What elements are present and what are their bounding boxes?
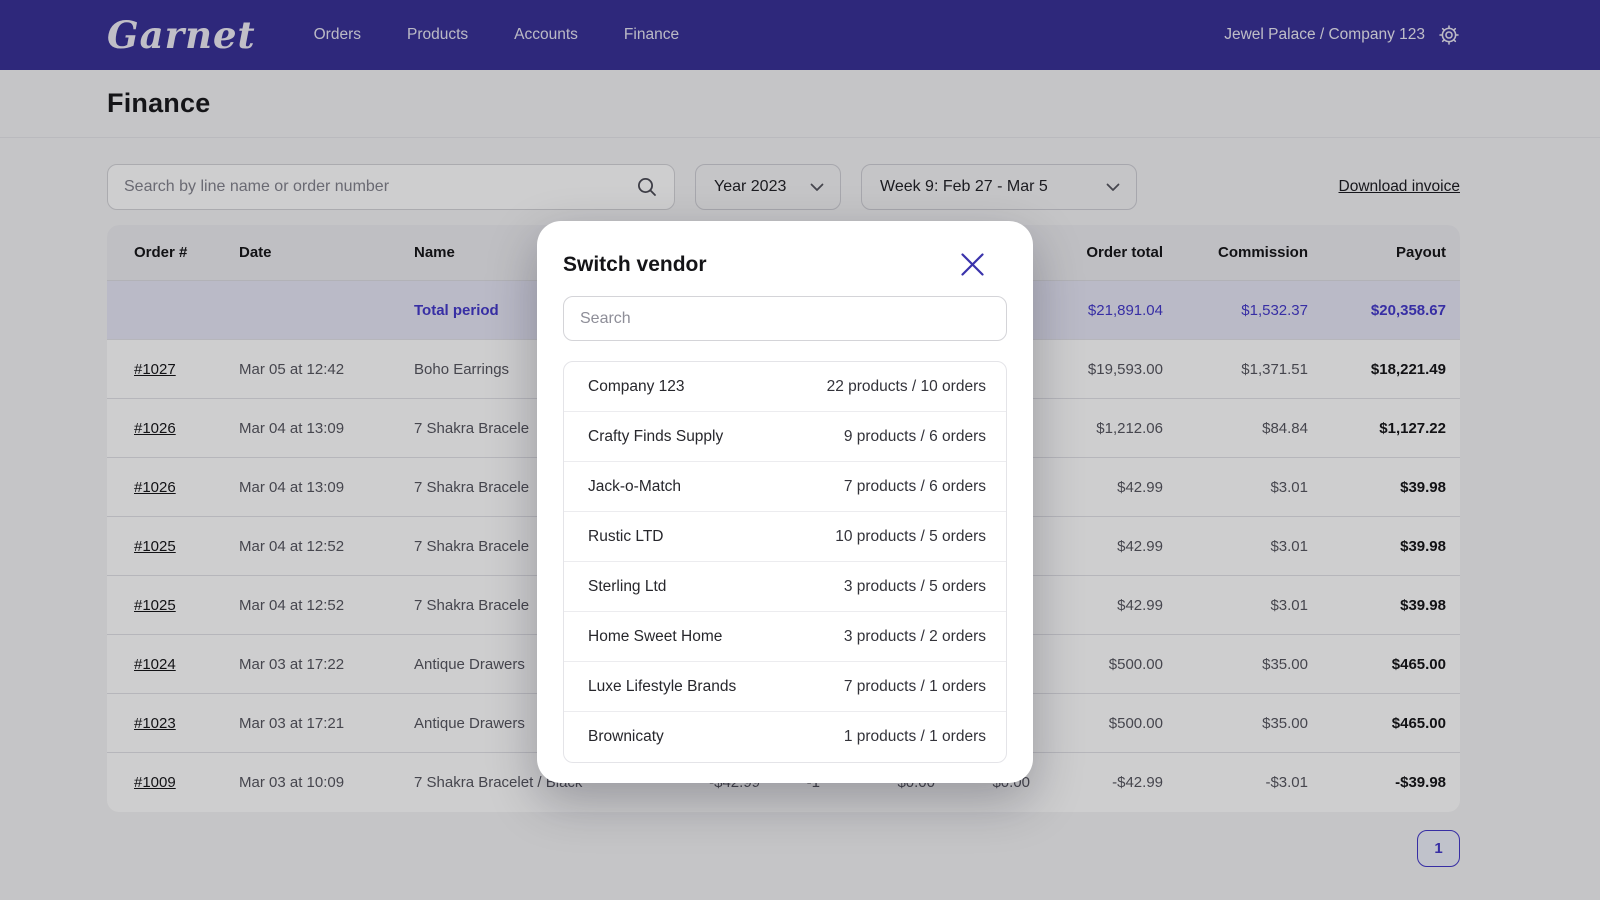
vendor-search-input[interactable]: [563, 296, 1007, 341]
vendor-row[interactable]: Brownicaty 1 products / 1 orders: [564, 712, 1006, 762]
vendor-stats: 3 products / 5 orders: [844, 578, 986, 596]
switch-vendor-modal: Switch vendor Company 123 22 products / 1…: [537, 221, 1033, 783]
vendor-stats: 1 products / 1 orders: [844, 728, 986, 746]
vendor-row[interactable]: Jack-o-Match 7 products / 6 orders: [564, 462, 1006, 512]
vendor-name: Company 123: [588, 378, 685, 396]
vendor-row[interactable]: Luxe Lifestyle Brands 7 products / 1 orde…: [564, 662, 1006, 712]
vendor-row[interactable]: Crafty Finds Supply 9 products / 6 orders: [564, 412, 1006, 462]
vendor-name: Brownicaty: [588, 728, 664, 746]
vendor-row[interactable]: Rustic LTD 10 products / 5 orders: [564, 512, 1006, 562]
vendor-stats: 7 products / 1 orders: [844, 678, 986, 696]
modal-title: Switch vendor: [563, 253, 707, 277]
vendor-name: Luxe Lifestyle Brands: [588, 678, 736, 696]
vendor-row[interactable]: Home Sweet Home 3 products / 2 orders: [564, 612, 1006, 662]
vendor-name: Crafty Finds Supply: [588, 428, 723, 446]
vendor-stats: 10 products / 5 orders: [835, 528, 986, 546]
vendor-name: Rustic LTD: [588, 528, 664, 546]
vendor-stats: 3 products / 2 orders: [844, 628, 986, 646]
close-icon[interactable]: [956, 248, 989, 281]
vendor-stats: 7 products / 6 orders: [844, 478, 986, 496]
vendor-name: Sterling Ltd: [588, 578, 666, 596]
vendor-stats: 9 products / 6 orders: [844, 428, 986, 446]
modal-header: Switch vendor: [563, 248, 1007, 281]
vendor-name: Jack-o-Match: [588, 478, 681, 496]
vendor-row[interactable]: Sterling Ltd 3 products / 5 orders: [564, 562, 1006, 612]
vendor-stats: 22 products / 10 orders: [827, 378, 986, 396]
vendor-row[interactable]: Company 123 22 products / 10 orders: [564, 362, 1006, 412]
vendor-list: Company 123 22 products / 10 orders Crafty…: [563, 361, 1007, 763]
vendor-name: Home Sweet Home: [588, 628, 722, 646]
